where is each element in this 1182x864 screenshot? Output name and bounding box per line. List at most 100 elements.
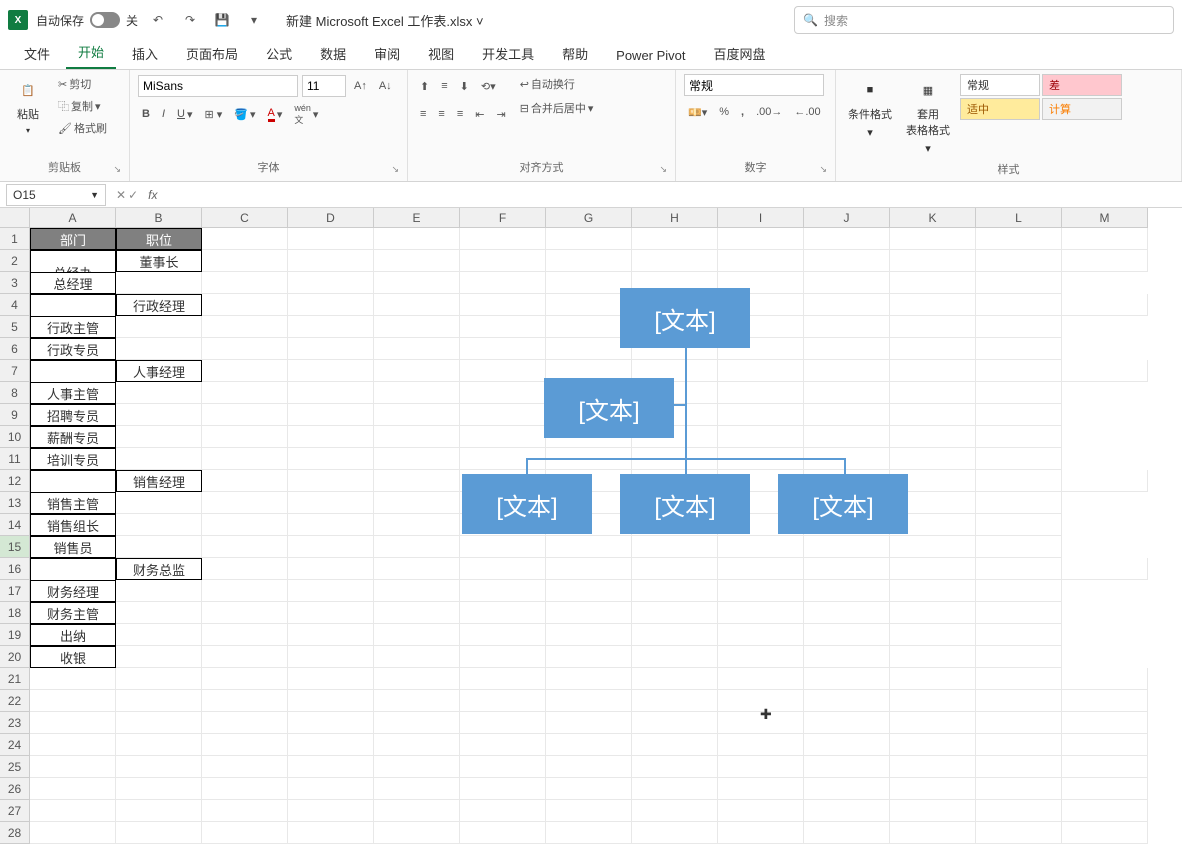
cell[interactable] [976, 514, 1062, 536]
cell[interactable] [116, 712, 202, 734]
fill-color-button[interactable]: 🪣▾ [230, 106, 259, 123]
cell[interactable] [890, 756, 976, 778]
cell[interactable] [546, 646, 632, 668]
row-header[interactable]: 14 [0, 514, 30, 536]
align-left-button[interactable]: ≡ [416, 106, 430, 122]
row-header[interactable]: 26 [0, 778, 30, 800]
cell[interactable] [718, 778, 804, 800]
cell[interactable] [374, 272, 460, 294]
cell[interactable] [546, 822, 632, 844]
cell[interactable] [632, 668, 718, 690]
org-node-child[interactable]: [文本] [778, 474, 908, 534]
dialog-launcher-icon[interactable]: ↘ [391, 164, 399, 175]
cell[interactable] [116, 624, 202, 646]
cell[interactable] [116, 602, 202, 624]
cell[interactable] [1062, 822, 1148, 844]
cell[interactable] [804, 624, 890, 646]
comma-button[interactable]: , [737, 104, 748, 120]
cell[interactable] [288, 470, 374, 492]
cell[interactable] [1062, 470, 1148, 492]
cell[interactable]: 财务总监 [116, 558, 202, 580]
cell[interactable] [546, 580, 632, 602]
decrease-decimal-button[interactable]: ←.00 [790, 104, 824, 120]
tab-开发工具[interactable]: 开发工具 [470, 38, 546, 69]
cell[interactable] [1062, 360, 1148, 382]
cell[interactable] [804, 712, 890, 734]
org-node-child[interactable]: [文本] [462, 474, 592, 534]
row-header[interactable]: 16 [0, 558, 30, 580]
cell[interactable] [804, 228, 890, 250]
format-as-table-button[interactable]: ▦ 套用 表格格式▾ [902, 74, 954, 159]
cell[interactable] [632, 712, 718, 734]
cell[interactable] [976, 778, 1062, 800]
cell[interactable] [1062, 756, 1148, 778]
cell[interactable] [976, 624, 1062, 646]
cell[interactable] [288, 822, 374, 844]
increase-font-button[interactable]: A↑ [350, 78, 371, 94]
tab-插入[interactable]: 插入 [120, 38, 170, 69]
cell[interactable] [804, 646, 890, 668]
orientation-button[interactable]: ⟲▾ [477, 78, 500, 95]
cell[interactable] [116, 822, 202, 844]
format-painter-button[interactable]: 🖌格式刷 [54, 118, 111, 138]
cell[interactable] [632, 690, 718, 712]
cell[interactable] [460, 800, 546, 822]
cell[interactable] [804, 800, 890, 822]
tab-开始[interactable]: 开始 [66, 36, 116, 69]
row-header[interactable]: 18 [0, 602, 30, 624]
row-header[interactable]: 6 [0, 338, 30, 360]
cell[interactable] [546, 250, 632, 272]
cell[interactable] [288, 448, 374, 470]
tab-公式[interactable]: 公式 [254, 38, 304, 69]
cell[interactable] [116, 536, 202, 558]
cell[interactable] [202, 316, 288, 338]
cell[interactable] [288, 514, 374, 536]
org-node-assistant[interactable]: [文本] [544, 378, 674, 438]
row-header[interactable]: 22 [0, 690, 30, 712]
column-header[interactable]: K [890, 208, 976, 228]
cell[interactable] [30, 778, 116, 800]
column-header[interactable]: J [804, 208, 890, 228]
cell[interactable] [460, 734, 546, 756]
cell[interactable] [202, 294, 288, 316]
cell[interactable] [546, 624, 632, 646]
cell[interactable] [374, 228, 460, 250]
cell[interactable] [288, 272, 374, 294]
cell[interactable] [374, 756, 460, 778]
cell[interactable] [804, 822, 890, 844]
org-node-child[interactable]: [文本] [620, 474, 750, 534]
cell[interactable] [116, 756, 202, 778]
decrease-indent-button[interactable]: ⇤ [471, 106, 488, 123]
column-header[interactable]: D [288, 208, 374, 228]
cell[interactable] [374, 360, 460, 382]
cell[interactable] [288, 338, 374, 360]
cell[interactable] [288, 426, 374, 448]
cell[interactable] [202, 778, 288, 800]
cell[interactable] [374, 624, 460, 646]
cell[interactable] [1062, 558, 1148, 580]
cell[interactable] [460, 668, 546, 690]
row-header[interactable]: 11 [0, 448, 30, 470]
row-header[interactable]: 20 [0, 646, 30, 668]
row-header[interactable]: 5 [0, 316, 30, 338]
row-header[interactable]: 15 [0, 536, 30, 558]
cell[interactable] [460, 602, 546, 624]
select-all-corner[interactable] [0, 208, 30, 228]
cell-style-calc[interactable]: 计算 [1042, 98, 1122, 120]
cell[interactable] [460, 228, 546, 250]
italic-button[interactable]: I [158, 106, 169, 122]
cell[interactable] [632, 800, 718, 822]
conditional-format-button[interactable]: ■ 条件格式▾ [844, 74, 896, 143]
tab-帮助[interactable]: 帮助 [550, 38, 600, 69]
dialog-launcher-icon[interactable]: ↘ [819, 164, 827, 175]
cell[interactable] [632, 646, 718, 668]
cell[interactable]: 销售组长 [30, 514, 116, 536]
cell[interactable] [288, 800, 374, 822]
dialog-launcher-icon[interactable]: ↘ [113, 164, 121, 175]
column-header[interactable]: B [116, 208, 202, 228]
cell[interactable] [30, 734, 116, 756]
tab-审阅[interactable]: 审阅 [362, 38, 412, 69]
cell[interactable] [374, 316, 460, 338]
cell[interactable] [460, 712, 546, 734]
row-header[interactable]: 27 [0, 800, 30, 822]
